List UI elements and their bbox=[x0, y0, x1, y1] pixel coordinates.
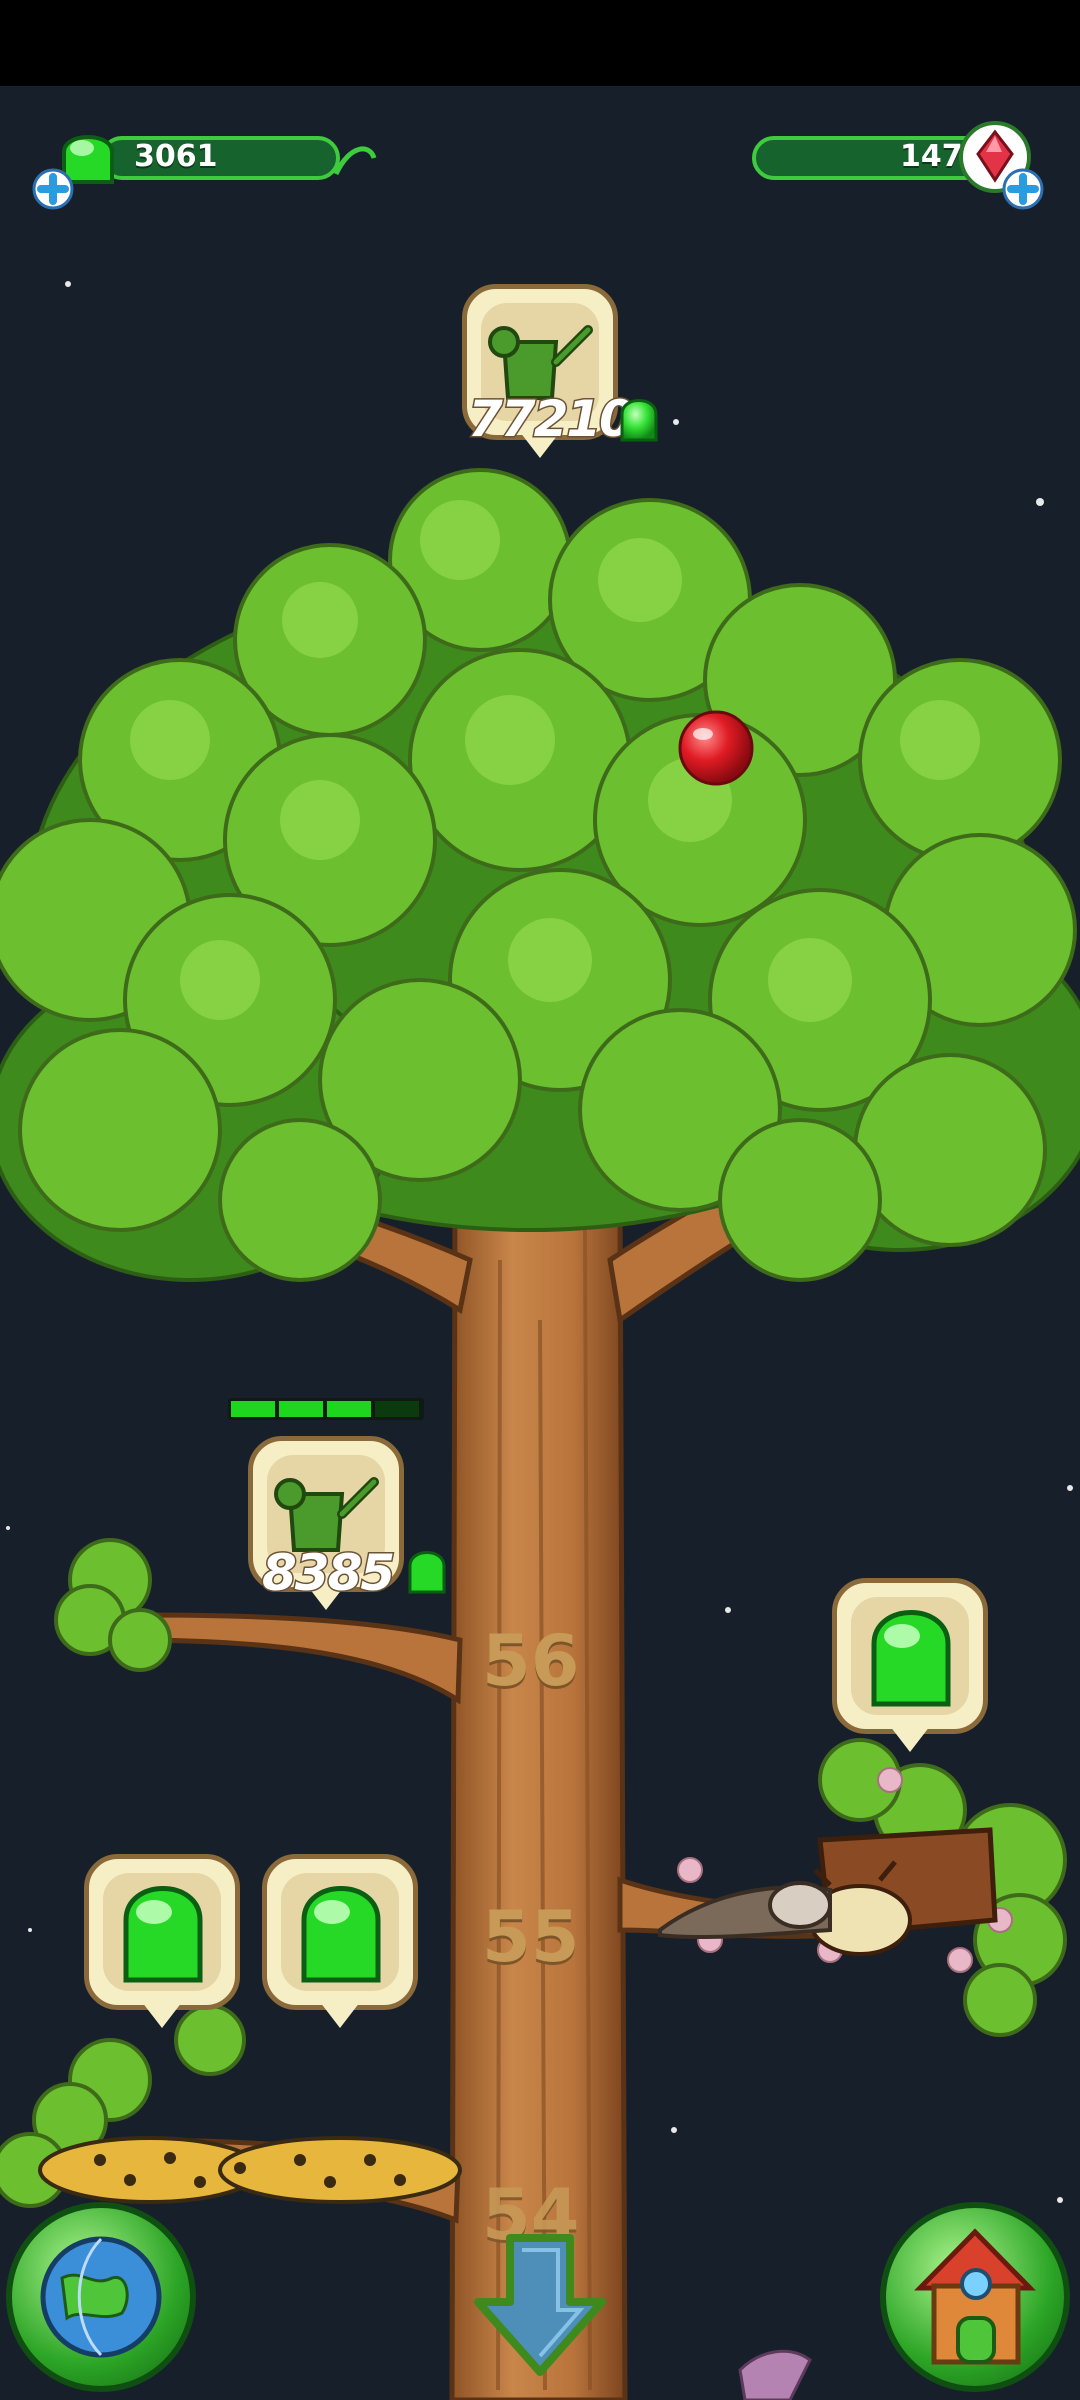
progress-segment bbox=[327, 1401, 371, 1417]
progress-segment bbox=[231, 1401, 275, 1417]
down-arrow-icon[interactable] bbox=[470, 2232, 610, 2382]
red-apple bbox=[678, 710, 754, 786]
crystal-counter: 147 bbox=[732, 121, 1052, 210]
green-gem-icon bbox=[301, 1886, 381, 1983]
gem-counter: 3061 bbox=[30, 128, 377, 210]
branch-upgrade-cost: 8385 bbox=[260, 1543, 396, 1604]
progress-segment bbox=[279, 1401, 323, 1417]
progress-segment bbox=[375, 1401, 419, 1417]
globe-icon bbox=[40, 2236, 162, 2358]
collect-gem-button[interactable] bbox=[262, 1854, 418, 2030]
level-56-label: 56 bbox=[482, 1620, 580, 1702]
crystal-count: 147 bbox=[900, 139, 963, 174]
status-bar bbox=[0, 0, 1080, 86]
sleeping-cow bbox=[808, 1827, 998, 1956]
vine-ornament-icon bbox=[333, 146, 377, 176]
collect-gem-button[interactable] bbox=[84, 1854, 240, 2030]
green-gem-icon bbox=[620, 399, 658, 442]
green-gem-icon bbox=[408, 1551, 446, 1594]
sleeping-leopards bbox=[38, 2136, 462, 2204]
level-55-label: 55 bbox=[482, 1896, 580, 1978]
gem-count: 3061 bbox=[134, 139, 218, 174]
green-gem-icon bbox=[123, 1886, 203, 1983]
home-button[interactable] bbox=[880, 2202, 1070, 2392]
tree-upgrade-cost: 77210 bbox=[467, 389, 636, 450]
collect-gem-button[interactable] bbox=[832, 1578, 988, 1754]
add-gems-button[interactable] bbox=[32, 168, 74, 210]
add-crystals-button[interactable] bbox=[1002, 168, 1044, 210]
green-gem-icon bbox=[871, 1610, 951, 1707]
world-map-button[interactable] bbox=[6, 2202, 196, 2392]
branch-upgrade-progress bbox=[228, 1398, 424, 1420]
tree-canopy bbox=[0, 468, 1080, 1282]
house-icon bbox=[914, 2228, 1036, 2365]
